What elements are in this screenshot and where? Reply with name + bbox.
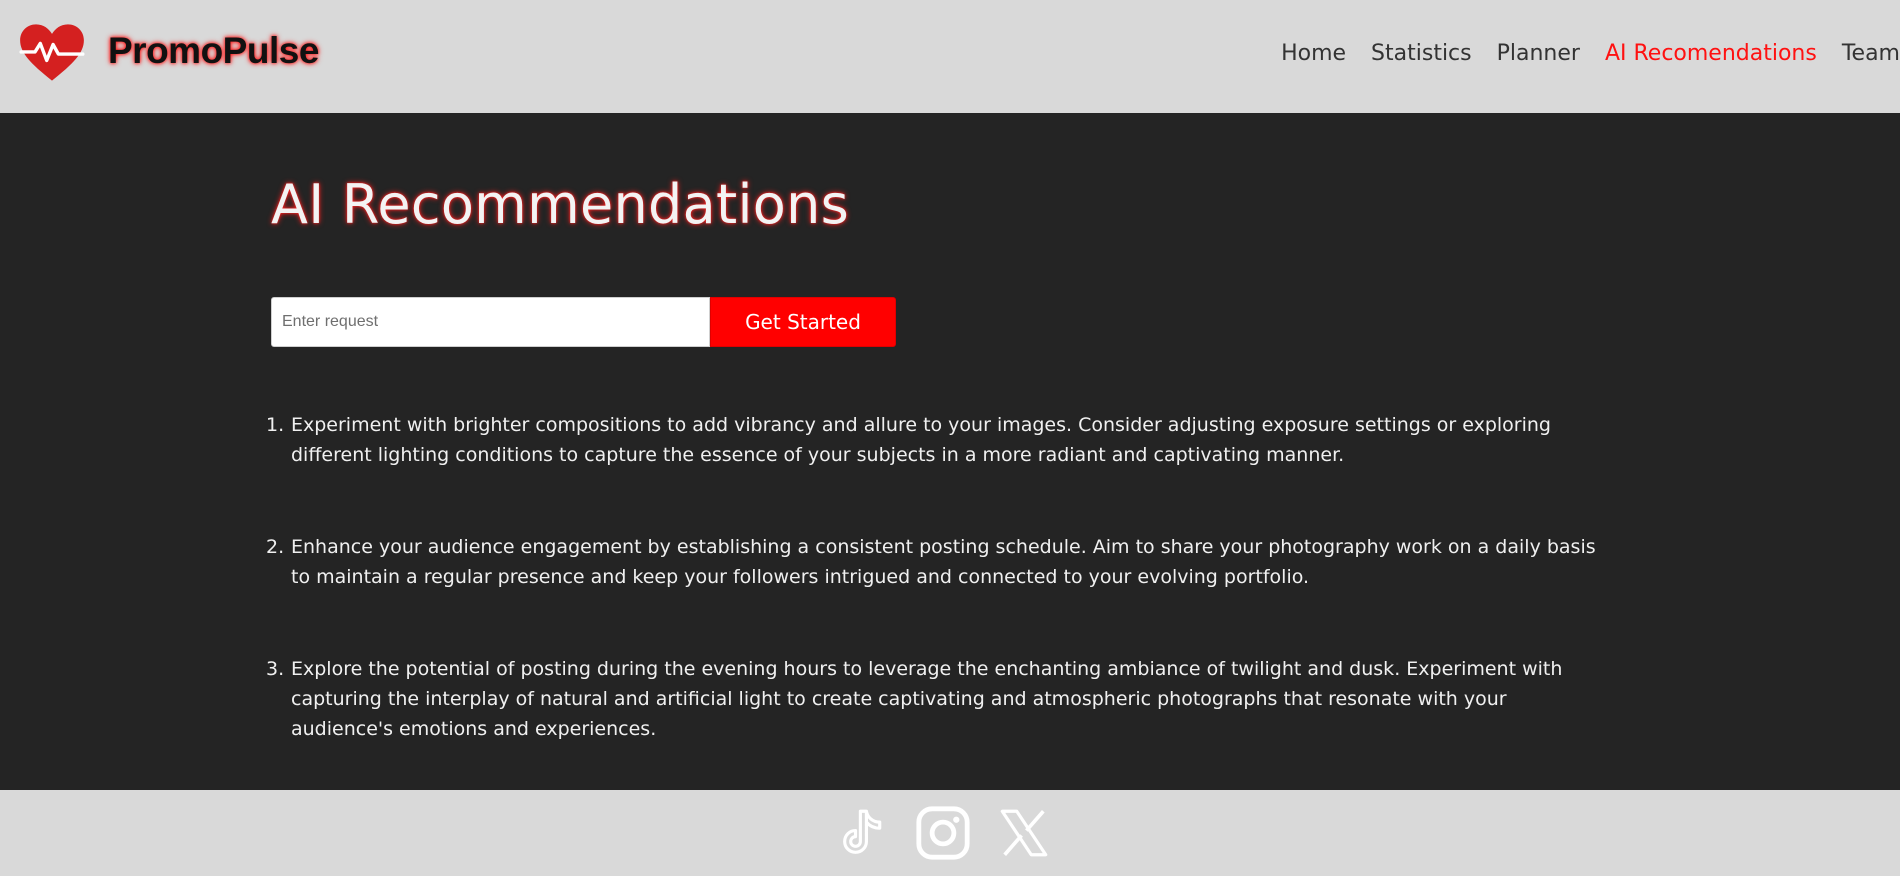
footer: [0, 790, 1900, 876]
x-icon[interactable]: [995, 804, 1053, 862]
recommendation-item: Enhance your audience engagement by esta…: [266, 532, 1596, 588]
nav-planner[interactable]: Planner: [1497, 38, 1580, 70]
main-content: AI Recommendations Get Started Experimen…: [0, 113, 1900, 790]
recommendations-list: Experiment with brighter compositions to…: [266, 410, 1611, 806]
brand-name[interactable]: PromoPulse: [108, 30, 319, 72]
nav-home[interactable]: Home: [1281, 38, 1346, 70]
main-nav: Home Statistics Planner AI Recomendation…: [1256, 38, 1900, 70]
heartbeat-logo-icon[interactable]: [18, 23, 86, 83]
recommendation-item: Explore the potential of posting during …: [266, 654, 1563, 740]
request-input[interactable]: [271, 297, 710, 347]
recommendation-item: Experiment with brighter compositions to…: [266, 410, 1551, 466]
nav-statistics[interactable]: Statistics: [1371, 38, 1472, 70]
page-title: AI Recommendations: [271, 173, 850, 236]
nav-ai-recommendations[interactable]: AI Recomendations: [1605, 38, 1817, 70]
header: PromoPulse Home Statistics Planner AI Re…: [0, 0, 1900, 113]
nav-team[interactable]: Team: [1842, 38, 1900, 70]
tiktok-icon[interactable]: [835, 804, 893, 862]
get-started-button[interactable]: Get Started: [710, 297, 896, 347]
instagram-icon[interactable]: [914, 804, 972, 862]
